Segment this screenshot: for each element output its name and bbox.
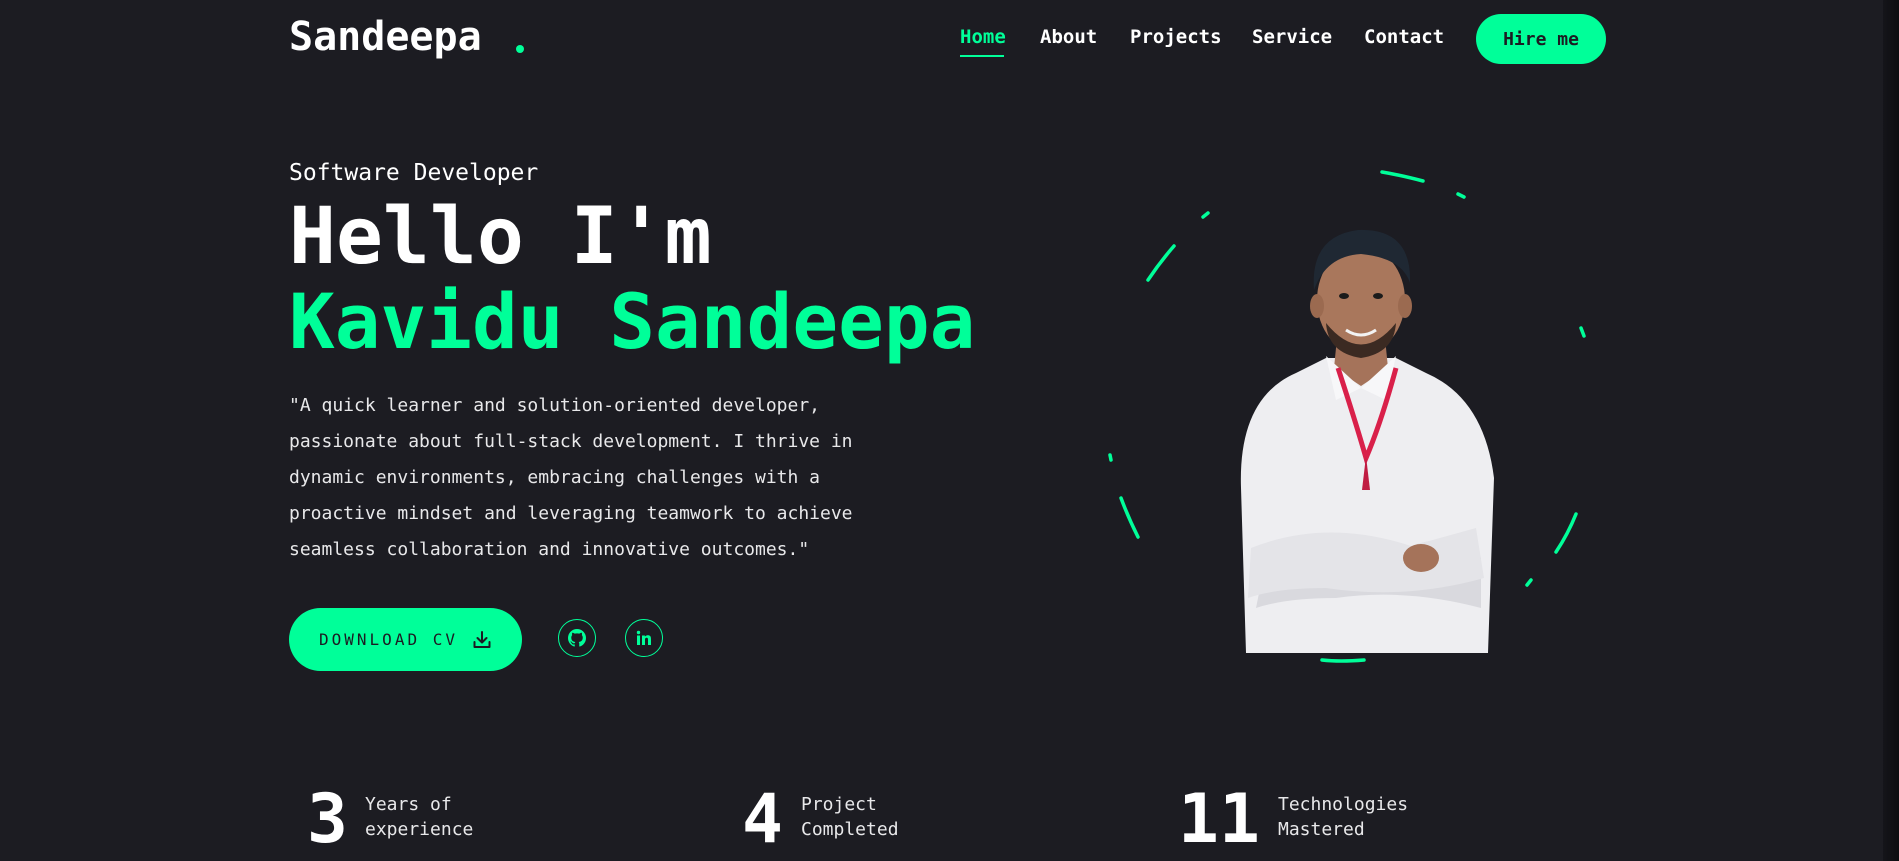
stat-tech-label-line2: Mastered: [1278, 819, 1365, 840]
stat-projects-label: Project Completed: [801, 792, 899, 842]
bio-line: "A quick learner and solution-oriented d…: [289, 395, 821, 416]
nav-item-about[interactable]: About: [1040, 26, 1097, 48]
stat-tech-label: Technologies Mastered: [1278, 792, 1408, 842]
ring-arc: [1579, 326, 1586, 338]
bio-line: proactive mindset and leveraging teamwor…: [289, 503, 853, 524]
ring-arc: [1119, 496, 1140, 539]
ring-arc: [1108, 453, 1113, 462]
ring-arc: [1320, 658, 1366, 663]
download-icon: [472, 630, 492, 650]
name-heading: Kavidu Sandeepa: [289, 277, 976, 366]
nav-active-underline: [960, 55, 1004, 57]
ring-arc: [1554, 512, 1578, 554]
stat-years-label-line1: Years of: [365, 794, 452, 815]
stat-tech-value: 11: [1178, 780, 1260, 859]
site-logo[interactable]: Sandeepa: [289, 14, 482, 60]
stat-years-label: Years of experience: [365, 792, 473, 842]
ring-arc: [1525, 578, 1533, 587]
ring-arc: [1146, 244, 1176, 282]
linkedin-link[interactable]: [625, 619, 663, 657]
portfolio-page: Sandeepa Home About Projects Service Con…: [0, 0, 1899, 861]
scrollbar-edge: [1883, 0, 1899, 861]
bio-paragraph: "A quick learner and solution-oriented d…: [289, 388, 889, 568]
greeting-heading: Hello I'm: [289, 192, 712, 282]
nav-item-projects[interactable]: Projects: [1130, 26, 1222, 48]
stat-projects-value: 4: [742, 780, 783, 859]
stat-projects-label-line1: Project: [801, 794, 877, 815]
stat-projects-label-line2: Completed: [801, 819, 899, 840]
profile-photo: [1240, 229, 1494, 653]
github-icon: [568, 629, 586, 647]
bio-line: passionate about full-stack development.…: [289, 431, 853, 452]
stat-years-label-line2: experience: [365, 819, 474, 840]
hire-me-button[interactable]: Hire me: [1476, 14, 1606, 64]
download-cv-button[interactable]: DOWNLOAD CV: [289, 608, 522, 671]
github-link[interactable]: [558, 619, 596, 657]
logo-dot: [516, 45, 524, 53]
bio-line: seamless collaboration and innovative ou…: [289, 539, 810, 560]
linkedin-icon: [636, 630, 652, 646]
bio-line: dynamic environments, embracing challeng…: [289, 467, 821, 488]
role-subtitle: Software Developer: [289, 160, 539, 186]
stat-years-value: 3: [307, 780, 348, 859]
ring-arc: [1456, 192, 1466, 199]
stat-tech-label-line1: Technologies: [1278, 794, 1409, 815]
nav-item-home[interactable]: Home: [960, 26, 1006, 48]
nav-item-contact[interactable]: Contact: [1364, 26, 1444, 48]
ring-arc: [1380, 170, 1425, 183]
ring-arc: [1201, 211, 1210, 219]
nav-item-service[interactable]: Service: [1252, 26, 1332, 48]
download-cv-label: DOWNLOAD CV: [319, 630, 458, 649]
